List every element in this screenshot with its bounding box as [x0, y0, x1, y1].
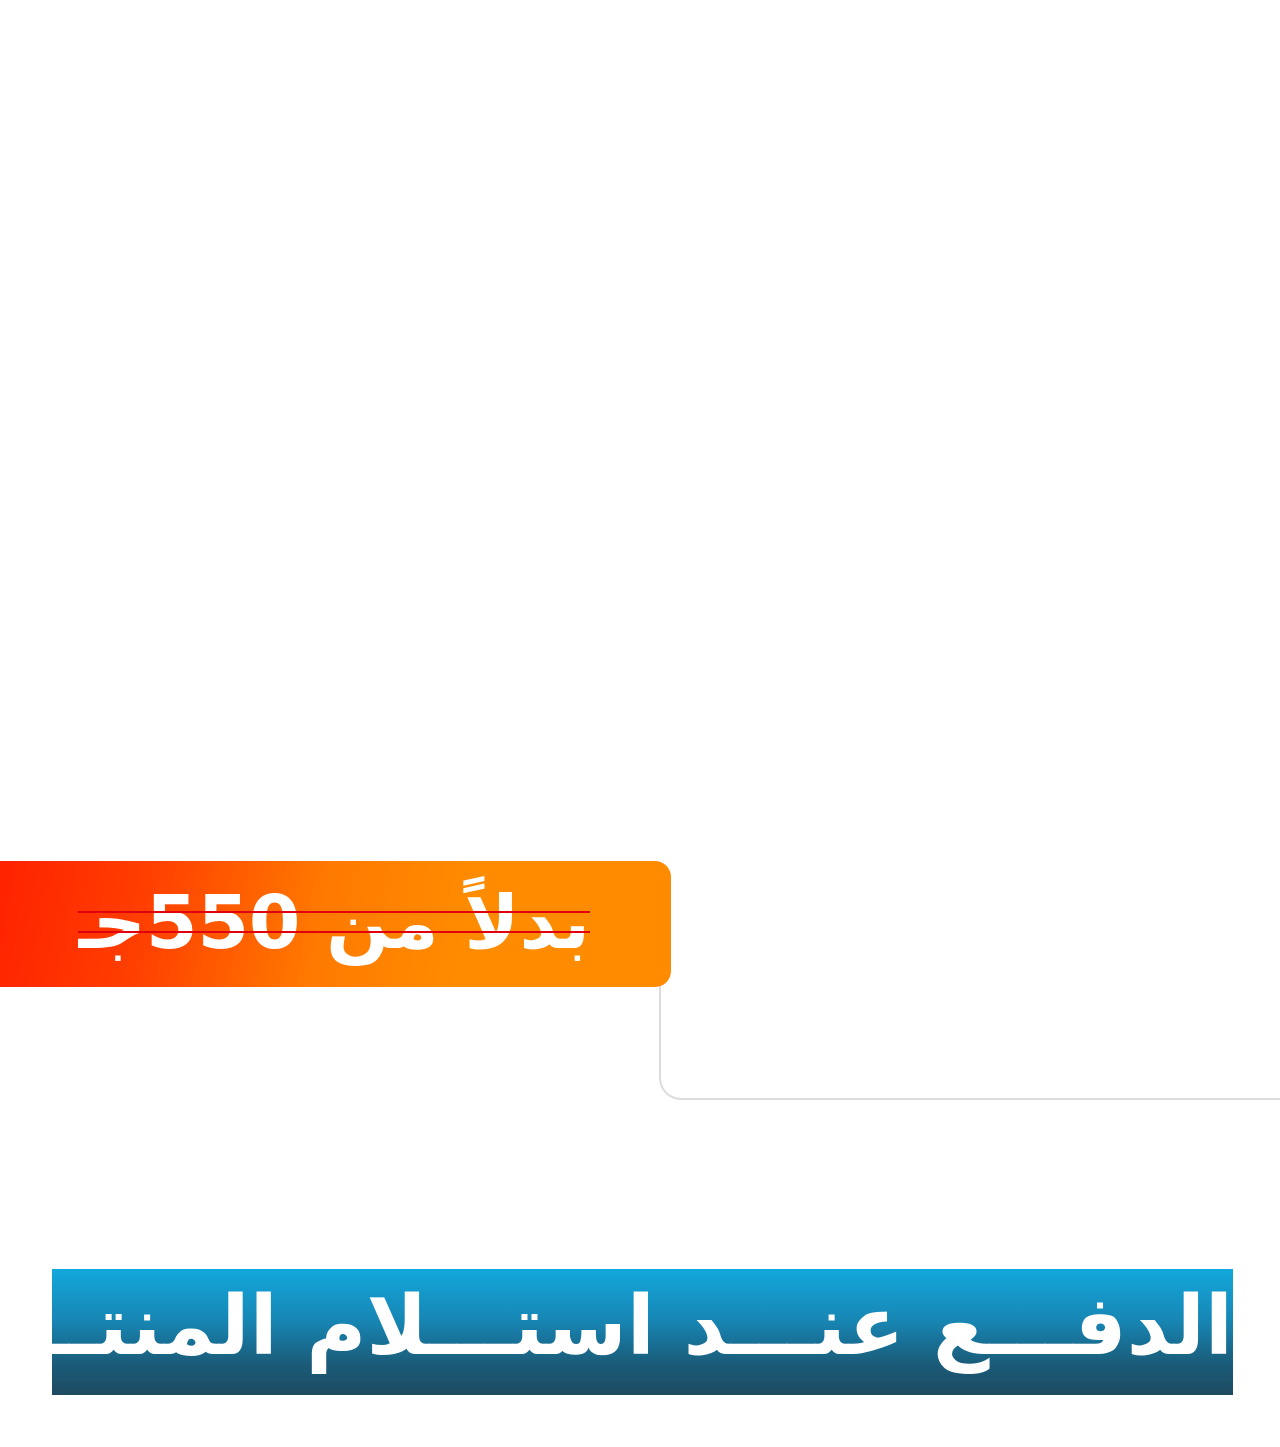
cash-on-delivery-text: الدفـــع عنـــد استـــلام المنتـــج	[52, 1279, 1233, 1374]
product-card-outline	[659, 940, 1280, 1100]
strikethrough-line	[78, 911, 590, 913]
cash-on-delivery-banner: الدفـــع عنـــد استـــلام المنتـــج	[52, 1269, 1233, 1395]
strikethrough-line	[78, 931, 590, 933]
old-price-text: بدلاً من 550جـ	[78, 880, 590, 966]
old-price-banner: بدلاً من 550جـ	[0, 861, 671, 987]
